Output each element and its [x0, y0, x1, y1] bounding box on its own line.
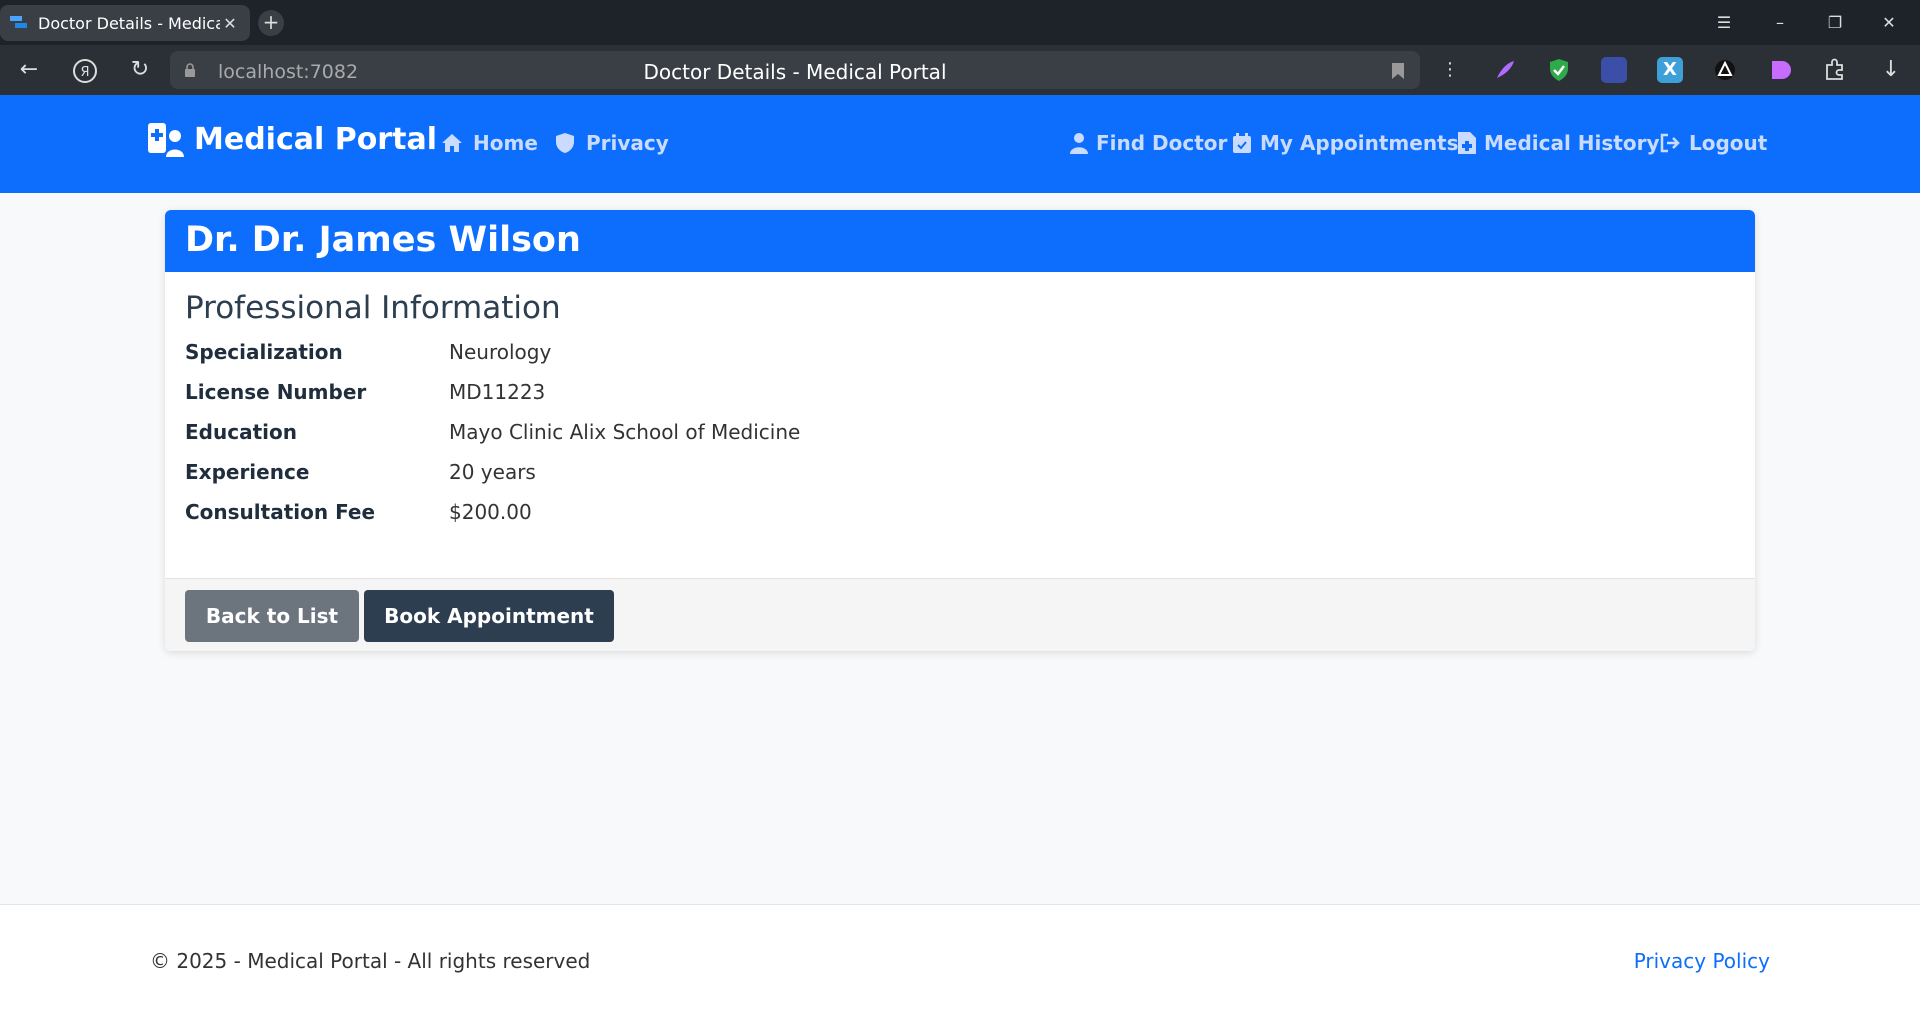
back-arrow-icon[interactable]: ← [15, 57, 43, 85]
nav-medical-history-label: Medical History [1484, 131, 1660, 155]
nav-privacy[interactable]: Privacy [554, 131, 669, 155]
puzzle-extensions-icon[interactable] [1822, 57, 1848, 83]
pink-extension-icon[interactable] [1767, 57, 1793, 83]
doctor-name: Dr. Dr. James Wilson [185, 220, 581, 260]
chart-extension-icon[interactable] [1601, 57, 1627, 83]
info-value: MD11223 [449, 380, 546, 404]
tab-close-icon[interactable]: ✕ [220, 14, 240, 33]
nav-find-doctor-label: Find Doctor [1096, 131, 1228, 155]
browser-tab-bar: Doctor Details - Medical Portal ✕ + ☰ – … [0, 0, 1920, 45]
book-appointment-button[interactable]: Book Appointment [364, 590, 614, 642]
nav-logout[interactable]: Logout [1659, 131, 1767, 155]
restore-icon[interactable]: ❐ [1820, 10, 1850, 36]
nav-logout-label: Logout [1689, 131, 1768, 155]
info-list: Specialization Neurology License Number … [185, 340, 1185, 540]
site-footer: © 2025 - Medical Portal - All rights res… [0, 904, 1920, 1019]
user-doctor-icon [1070, 132, 1088, 154]
nav-find-doctor[interactable]: Find Doctor [1070, 131, 1227, 155]
nav-home-label: Home [473, 131, 538, 155]
minimize-icon[interactable]: – [1765, 10, 1795, 36]
browser-address-bar: ← Я ↻ localhost:7082 Doctor Details - Me… [0, 45, 1920, 95]
card-body: Professional Information [185, 290, 561, 336]
section-title: Professional Information [185, 290, 561, 326]
card-footer: Back to List Book Appointment [165, 578, 1755, 651]
svg-text:Я: Я [80, 65, 89, 80]
nav-medical-history[interactable]: Medical History [1458, 131, 1660, 155]
site-header: Medical Portal Home Privacy Find Doctor … [0, 95, 1920, 193]
page-title: Doctor Details - Medical Portal [643, 60, 947, 84]
info-label: Consultation Fee [185, 500, 376, 524]
more-options-icon[interactable]: ⋮ [1436, 57, 1464, 85]
nav-privacy-label: Privacy [586, 131, 669, 155]
yandex-icon[interactable]: Я [71, 57, 99, 85]
info-label: License Number [185, 380, 367, 404]
url-bar[interactable]: localhost:7082 Doctor Details - Medical … [170, 51, 1420, 89]
feather-extension-icon[interactable] [1492, 57, 1518, 83]
calendar-icon [1232, 132, 1252, 154]
doctor-details-card: Dr. Dr. James Wilson Professional Inform… [165, 210, 1755, 651]
info-value: Mayo Clinic Alix School of Medicine [449, 420, 801, 444]
info-label: Experience [185, 460, 310, 484]
shield-icon [554, 132, 576, 154]
back-to-list-button[interactable]: Back to List [185, 590, 359, 642]
tab-title: Doctor Details - Medical Portal [38, 13, 220, 33]
shield-check-extension-icon[interactable] [1546, 57, 1572, 83]
info-value: $200.00 [449, 500, 532, 524]
info-value: 20 years [449, 460, 536, 484]
logout-icon [1659, 132, 1681, 154]
download-icon[interactable]: ↓ [1877, 57, 1905, 85]
nav-my-appointments[interactable]: My Appointments [1232, 131, 1459, 155]
copyright-text: © 2025 - Medical Portal - All rights res… [150, 949, 591, 973]
bookmark-icon[interactable] [1392, 63, 1404, 79]
reload-icon[interactable]: ↻ [126, 57, 154, 85]
home-icon [441, 132, 463, 154]
brand-text: Medical Portal [194, 122, 437, 157]
file-medical-icon [1458, 132, 1476, 154]
nav-my-appointments-label: My Appointments [1260, 131, 1459, 155]
site-favicon-icon [10, 14, 28, 32]
card-header: Dr. Dr. James Wilson [165, 210, 1755, 272]
info-label: Specialization [185, 340, 343, 364]
x-extension-icon[interactable]: X [1657, 57, 1683, 83]
browser-tab[interactable]: Doctor Details - Medical Portal ✕ [0, 5, 250, 41]
close-window-icon[interactable]: ✕ [1874, 10, 1904, 36]
info-value: Neurology [449, 340, 552, 364]
privacy-policy-link[interactable]: Privacy Policy [1634, 949, 1770, 973]
hospital-user-icon [148, 122, 184, 157]
new-tab-button[interactable]: + [258, 10, 284, 36]
circle-extension-icon[interactable] [1712, 57, 1738, 83]
brand-link[interactable]: Medical Portal [148, 122, 437, 157]
nav-home[interactable]: Home [441, 131, 538, 155]
info-label: Education [185, 420, 297, 444]
menu-icon[interactable]: ☰ [1709, 10, 1739, 36]
